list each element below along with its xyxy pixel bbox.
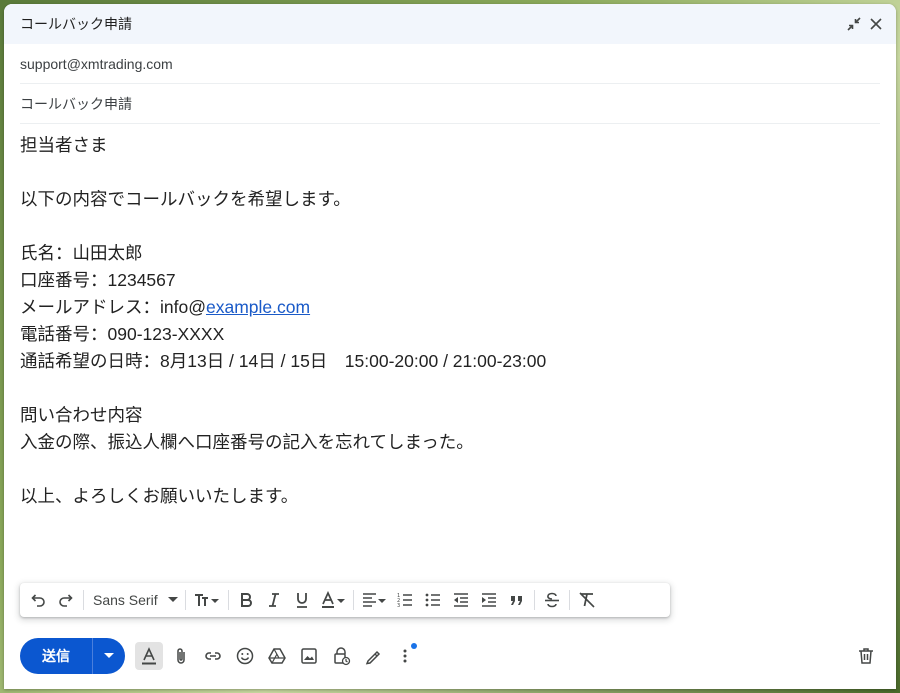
compose-titlebar: コールバック申請 <box>4 4 896 44</box>
numbered-list-icon[interactable]: 123 <box>391 586 419 614</box>
body-line: 電話番号：090-123-XXXX <box>20 324 225 344</box>
align-icon[interactable] <box>357 586 391 614</box>
toolbar-separator <box>184 590 186 610</box>
close-icon[interactable] <box>866 14 886 34</box>
font-family-select[interactable]: Sans Serif <box>87 586 182 614</box>
italic-icon[interactable] <box>260 586 288 614</box>
body-line: 入金の際、振込人欄へ口座番号の記入を忘れてしまった。 <box>20 432 474 452</box>
send-button-group: 送信 <box>20 638 125 674</box>
subject-field[interactable]: コールバック申請 <box>20 84 880 124</box>
redo-icon[interactable] <box>52 586 80 614</box>
body-line: 以下の内容でコールバックを希望します。 <box>20 189 351 209</box>
email-link[interactable]: example.com <box>206 297 310 317</box>
recipient-value: support@xmtrading.com <box>20 55 173 72</box>
exit-fullscreen-icon[interactable] <box>844 14 864 34</box>
undo-icon[interactable] <box>24 586 52 614</box>
attach-file-icon[interactable] <box>167 642 195 670</box>
font-family-value: Sans Serif <box>93 592 158 608</box>
emoji-icon[interactable] <box>231 642 259 670</box>
more-options-icon[interactable] <box>391 642 419 670</box>
chevron-down-icon <box>167 597 178 602</box>
insert-photo-icon[interactable] <box>295 642 323 670</box>
send-options-button[interactable] <box>93 638 125 674</box>
text-color-icon[interactable] <box>316 586 350 614</box>
indent-more-icon[interactable] <box>475 586 503 614</box>
email-prefix: メールアドレス：info@ <box>20 297 206 317</box>
remove-formatting-icon[interactable] <box>573 586 601 614</box>
chevron-down-icon <box>104 653 114 658</box>
compose-window: コールバック申請 support@xmtrading.com コールバック申請 … <box>4 4 896 689</box>
message-body[interactable]: 担当者さま 以下の内容でコールバックを希望します。 氏名：山田太郎 口座番号：1… <box>4 124 896 572</box>
toolbar-separator <box>568 590 570 610</box>
compose-bottom-bar: 送信 <box>20 638 880 674</box>
bold-icon[interactable] <box>232 586 260 614</box>
toolbar-separator <box>533 590 535 610</box>
strikethrough-icon[interactable] <box>538 586 566 614</box>
body-line: 担当者さま <box>20 135 108 155</box>
formatting-toolbar: Sans Serif 123 <box>20 583 670 617</box>
toolbar-separator <box>352 590 354 610</box>
toolbar-separator <box>83 590 84 610</box>
body-line: 問い合わせ内容 <box>20 405 143 425</box>
body-line: 以上、よろしくお願いいたします。 <box>20 486 299 506</box>
body-line <box>20 213 880 240</box>
body-line: 口座番号：1234567 <box>20 270 176 290</box>
indent-less-icon[interactable] <box>447 586 475 614</box>
body-line <box>20 159 880 186</box>
insert-link-icon[interactable] <box>199 642 227 670</box>
svg-text:3: 3 <box>397 603 400 609</box>
body-line <box>20 375 880 402</box>
formatting-options-icon[interactable] <box>135 642 163 670</box>
bulleted-list-icon[interactable] <box>419 586 447 614</box>
toolbar-separator <box>227 590 229 610</box>
confidential-mode-icon[interactable] <box>327 642 355 670</box>
discard-draft-icon[interactable] <box>852 642 880 670</box>
body-line: 氏名：山田太郎 <box>20 243 143 263</box>
notification-dot <box>411 643 417 649</box>
drive-icon[interactable] <box>263 642 291 670</box>
signature-icon[interactable] <box>359 642 387 670</box>
recipient-field[interactable]: support@xmtrading.com <box>20 44 880 84</box>
send-button[interactable]: 送信 <box>20 638 92 674</box>
font-size-icon[interactable] <box>189 586 225 614</box>
body-line: 通話希望の日時：8月13日 / 14日 / 15日 15:00-20:00 / … <box>20 351 547 371</box>
body-line <box>20 456 880 483</box>
subject-value: コールバック申請 <box>20 95 132 112</box>
body-line-email: メールアドレス：info@example.com <box>20 294 880 321</box>
quote-icon[interactable] <box>503 586 531 614</box>
compose-title: コールバック申請 <box>20 16 132 32</box>
underline-icon[interactable] <box>288 586 316 614</box>
